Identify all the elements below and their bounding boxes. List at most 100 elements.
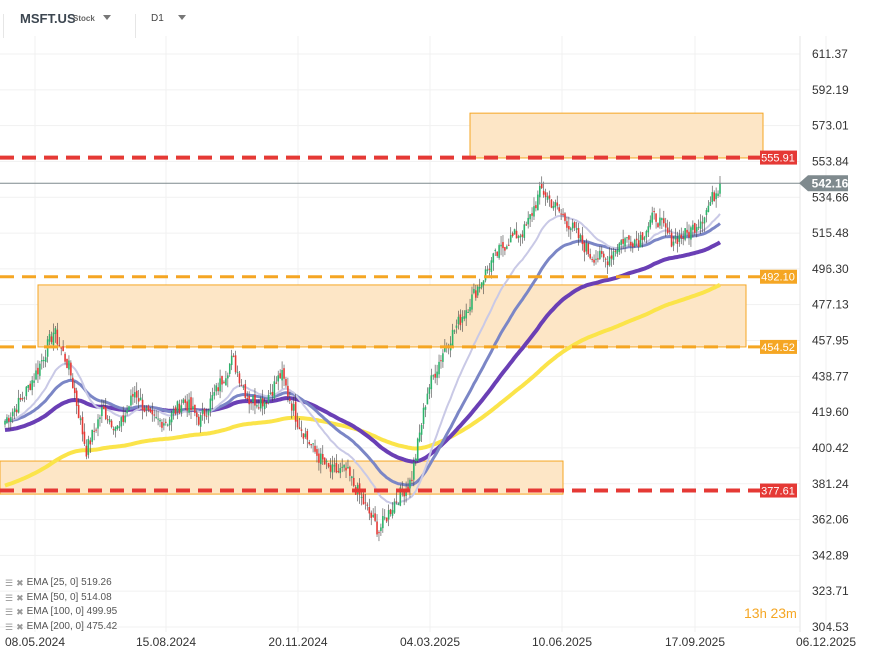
candle-body	[554, 202, 557, 208]
timeframe-dropdown-icon[interactable]	[178, 15, 186, 20]
y-tick-label: 496.30	[812, 262, 849, 276]
candle-body	[695, 227, 698, 232]
symbol-name[interactable]: MSFT.US	[20, 11, 76, 26]
candle-body	[509, 235, 512, 243]
candle-body	[306, 431, 309, 440]
price-chart[interactable]: 611.37 592.19 573.01 553.84 534.66 515.48 496.…	[0, 0, 871, 659]
candle-body	[601, 251, 603, 254]
candle-body	[593, 259, 595, 263]
candle-body	[263, 401, 266, 410]
candle-body	[143, 407, 146, 412]
candle-body	[585, 243, 588, 252]
candle-body	[25, 386, 28, 397]
legend-label: EMA [100, 0] 499.95	[26, 606, 118, 617]
level-tag-label: 555.91	[761, 153, 795, 165]
y-tick-label: 611.37	[812, 47, 848, 61]
menu-icon[interactable]: ☰	[5, 605, 13, 620]
x-tick-label: 10.06.2025	[532, 635, 592, 649]
close-icon[interactable]: ✖	[16, 620, 24, 635]
candle-body	[581, 235, 584, 245]
candle-body	[703, 217, 706, 224]
candle-body	[126, 410, 128, 414]
candle-body	[713, 192, 715, 202]
candle-body	[397, 503, 400, 505]
candle-body	[382, 516, 384, 529]
candle-body	[178, 403, 181, 414]
candle-body	[89, 440, 92, 445]
current-price-label: 542.16	[812, 177, 849, 191]
candle-body	[124, 415, 126, 422]
candle-body	[391, 510, 394, 516]
candle-body	[682, 237, 684, 239]
candle-body	[529, 214, 531, 220]
y-tick-label: 381.24	[812, 477, 849, 491]
candle-body	[440, 360, 442, 362]
candle-body	[515, 230, 518, 239]
candle-body	[44, 357, 47, 362]
candle-body	[223, 381, 225, 383]
x-tick-label: 17.09.2025	[665, 635, 725, 649]
candle-body	[261, 398, 264, 407]
indicator-legend: ☰ ✖ EMA [25, 0] 519.26 ☰ ✖ EMA [50, 0] 514.0…	[5, 576, 117, 634]
candle-body	[571, 222, 574, 229]
candle-body	[242, 386, 245, 388]
candle-body	[422, 407, 425, 425]
legend-ema-25[interactable]: ☰ ✖ EMA [25, 0] 519.26	[5, 576, 117, 591]
menu-icon[interactable]: ☰	[5, 620, 13, 635]
level-tag-label: 377.61	[761, 486, 795, 498]
candle-body	[663, 218, 665, 224]
candle-body	[15, 409, 18, 413]
close-icon[interactable]: ✖	[16, 591, 24, 606]
candle-body	[10, 417, 12, 422]
candle-body	[103, 406, 105, 409]
legend-ema-100[interactable]: ☰ ✖ EMA [100, 0] 499.95	[5, 605, 117, 620]
symbol-type: Stock	[73, 14, 95, 23]
ema-100-line	[4, 240, 722, 464]
candle-body	[141, 399, 144, 411]
candle-body	[717, 193, 719, 196]
candle-body	[498, 245, 500, 258]
close-icon[interactable]: ✖	[16, 605, 24, 620]
candle-body	[486, 269, 489, 271]
menu-icon[interactable]: ☰	[5, 591, 13, 606]
candle-body	[312, 443, 314, 445]
candle-body	[201, 409, 204, 414]
candle-body	[172, 409, 175, 414]
candle-body	[678, 234, 681, 242]
candle-body	[680, 234, 683, 239]
candle-body	[494, 249, 497, 251]
candle-body	[182, 399, 185, 403]
candle-body	[473, 289, 475, 293]
candle-body	[455, 325, 458, 328]
candle-body	[283, 368, 285, 379]
menu-icon[interactable]: ☰	[5, 576, 13, 591]
candle-body	[99, 417, 101, 419]
candle-body	[366, 504, 369, 506]
x-tick-label: 04.03.2025	[400, 635, 460, 649]
candle-body	[269, 392, 272, 395]
candle-body	[302, 433, 305, 439]
candle-body	[471, 294, 473, 310]
candle-body	[484, 269, 487, 281]
candle-body	[465, 310, 467, 319]
y-tick-label: 438.77	[812, 369, 849, 383]
legend-label: EMA [25, 0] 519.26	[26, 577, 112, 588]
candle-body	[641, 232, 644, 240]
candle-body	[513, 229, 516, 235]
legend-ema-200[interactable]: ☰ ✖ EMA [200, 0] 475.42	[5, 620, 117, 635]
timeframe-select[interactable]: D1	[151, 13, 164, 24]
candle-body	[327, 463, 330, 467]
candle-body	[273, 381, 276, 399]
candle-body	[110, 420, 113, 428]
candle-body	[343, 464, 345, 468]
candle-body	[91, 429, 93, 442]
symbol-dropdown-icon[interactable]	[103, 15, 111, 20]
legend-label: EMA [200, 0] 475.42	[26, 620, 118, 632]
candle-body	[277, 375, 280, 382]
legend-ema-50[interactable]: ☰ ✖ EMA [50, 0] 514.08	[5, 591, 117, 606]
candle-body	[562, 213, 564, 216]
candle-body	[118, 426, 121, 428]
candle-body	[196, 412, 198, 418]
close-icon[interactable]: ✖	[16, 576, 24, 591]
candle-body	[256, 405, 258, 407]
